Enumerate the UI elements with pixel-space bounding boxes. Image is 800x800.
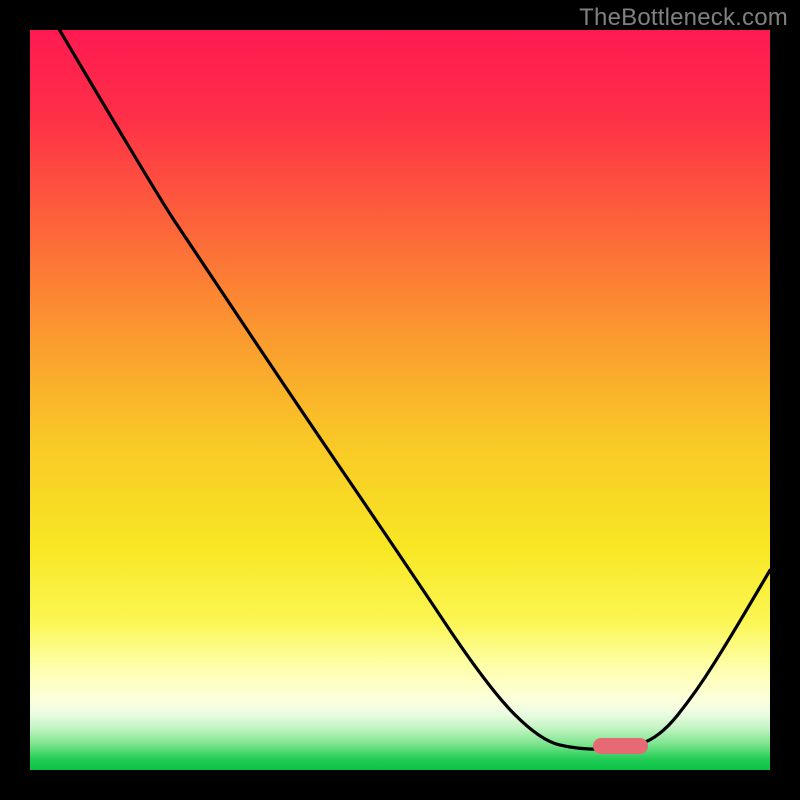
outer-frame: TheBottleneck.com	[0, 0, 800, 800]
watermark-text: TheBottleneck.com	[579, 4, 788, 32]
minimum-marker	[593, 738, 648, 754]
curve-line	[30, 30, 770, 770]
plot-area	[30, 30, 770, 770]
